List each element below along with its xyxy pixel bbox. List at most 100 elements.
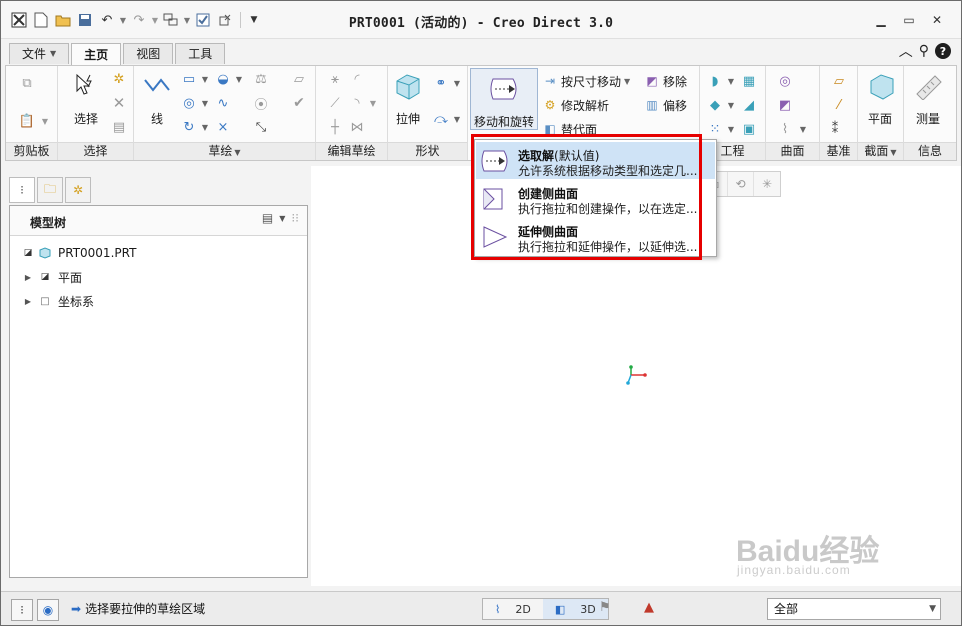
part-icon — [38, 246, 52, 260]
arc-dropdown-icon[interactable]: ▼ — [196, 118, 214, 136]
expand-icon[interactable]: ▶ — [22, 273, 34, 282]
collapse-icon[interactable]: ◪ — [22, 248, 34, 258]
group-label-shape: 形状 — [388, 142, 467, 160]
modify-analysis-button[interactable]: ⚙ 修改解析 — [542, 96, 609, 114]
group-label-edit-sketch: 编辑草绘 — [316, 142, 387, 160]
sketch-2d-icon: ⌇ — [495, 602, 501, 616]
ribbon-tabs: 文件 ▼ 主页 视图 工具 — [9, 43, 227, 66]
offset-button[interactable]: ▥ 偏移 — [644, 96, 687, 114]
group-label-info: 信息 — [904, 142, 956, 160]
project-icon[interactable]: ⦿ — [252, 94, 270, 113]
corner-icon[interactable]: ┼ — [326, 118, 344, 136]
freestyle-icon[interactable]: ⌇ — [776, 120, 794, 138]
move-rotate-icon — [490, 78, 517, 100]
measure-button-label[interactable]: 测量 — [908, 110, 948, 127]
select-cursor-icon[interactable] — [72, 72, 98, 98]
mode-3d-button[interactable]: ◧ 3D — [542, 599, 608, 619]
divide-icon[interactable]: ⟋ — [326, 94, 344, 112]
fill-icon[interactable]: ◎ — [776, 72, 794, 90]
mirror-icon[interactable]: ⋈ — [348, 118, 366, 136]
baidu-watermark-url: jingyan.baidu.com — [737, 563, 851, 577]
pattern-dropdown-icon[interactable]: ▼ — [722, 120, 740, 138]
ellipse-dropdown-icon[interactable]: ▼ — [230, 70, 248, 88]
datum-point-icon[interactable]: ⁑ — [826, 120, 844, 138]
flag-icon[interactable]: ⚑ — [599, 600, 611, 615]
spline-icon[interactable]: ∿ — [214, 94, 232, 112]
datum-plane-icon[interactable]: ▱ — [830, 72, 848, 90]
hole-icon[interactable]: ▣ — [740, 120, 758, 138]
tree-item-part[interactable]: ◪ PRT0001.PRT — [22, 244, 137, 262]
freestyle-dropdown-icon[interactable]: ▼ — [794, 120, 812, 138]
line-icon[interactable] — [142, 72, 172, 98]
revolve-dropdown-icon[interactable]: ▼ — [448, 74, 466, 92]
chevron-down-icon: ▼ — [234, 148, 241, 157]
delete-icon[interactable]: ✕ — [110, 94, 128, 112]
remove-button[interactable]: ◩ 移除 — [644, 72, 687, 90]
reorient-icon[interactable]: ⟲ — [728, 172, 754, 196]
boundary-blend-icon[interactable]: ◩ — [776, 96, 794, 114]
tab-view[interactable]: 视图 — [123, 43, 174, 64]
move-by-dimension-button[interactable]: ⇥ 按尺寸移动 ▼ — [542, 72, 630, 90]
model-tree-tab-icon[interactable]: ⁝ — [9, 177, 35, 203]
extrude-button-label[interactable]: 拉伸 — [390, 110, 426, 127]
datum-axis-icon[interactable]: ⁄ — [830, 96, 848, 114]
select-box-icon[interactable]: ▤ — [110, 118, 128, 136]
maximize-icon[interactable]: ▭ — [895, 11, 923, 29]
tree-item-plane[interactable]: ▶ ◪ 平面 — [22, 268, 82, 286]
favorites-tab-icon[interactable]: ✲ — [65, 177, 91, 203]
plane-button-label[interactable]: 平面 — [860, 110, 900, 127]
tab-tools[interactable]: 工具 — [175, 43, 226, 64]
draft-icon[interactable]: ◢ — [740, 96, 758, 114]
tab-file[interactable]: 文件 ▼ — [9, 43, 70, 64]
expand-icon[interactable]: ▶ — [22, 297, 34, 306]
chamfer-edge-dropdown-icon[interactable]: ▼ — [722, 96, 740, 114]
group-surface: ◎ ◩ ⌇ ▼ 曲面 — [766, 66, 820, 160]
tree-item-csys[interactable]: ▶ □ 坐标系 — [22, 292, 94, 310]
coordinate-system-icon[interactable]: ⤡ — [252, 118, 270, 136]
search-icon[interactable]: ⚲ — [919, 43, 929, 59]
browser-toggle-icon[interactable]: ◉ — [37, 599, 59, 621]
select-intent-icon[interactable]: ✲ — [110, 70, 128, 88]
model-tree-panel: 模型树 ▤ ▼ ⁝⁝ ◪ PRT0001.PRT ▶ ◪ 平面 ▶ □ 坐标系 — [9, 205, 308, 578]
view-mode-toggle: ⌇ 2D ◧ 3D — [482, 598, 609, 620]
move-rotate-button[interactable]: 移动和旋转 — [470, 68, 538, 130]
close-icon[interactable]: ✕ — [923, 11, 951, 29]
chevron-down-icon: ▼ — [890, 148, 897, 157]
collapse-ribbon-icon[interactable]: ︿ — [899, 41, 913, 61]
sketch-plane-icon[interactable]: ▱ — [290, 70, 308, 88]
spin-center-icon[interactable]: ✳ — [754, 172, 780, 196]
round-dropdown-icon[interactable]: ▼ — [722, 72, 740, 90]
chamfer-dropdown-icon[interactable]: ▼ — [364, 94, 382, 112]
copy-icon[interactable]: ⧉ — [18, 74, 36, 92]
select-button-label[interactable]: 选择 — [68, 110, 104, 127]
fillet-icon[interactable]: ◜ — [348, 70, 366, 88]
trim-icon[interactable]: ⚹ — [326, 70, 344, 88]
paste-icon[interactable]: 📋 — [18, 112, 36, 130]
point-icon[interactable]: × — [214, 118, 232, 136]
paste-dropdown-icon[interactable]: ▼ — [36, 112, 54, 130]
mode-2d-button[interactable]: ⌇ 2D — [483, 599, 543, 619]
rectangle-dropdown-icon[interactable]: ▼ — [196, 70, 214, 88]
extrude-icon[interactable] — [392, 70, 424, 102]
tree-settings-icon[interactable]: ▤ — [262, 211, 273, 225]
circle-dropdown-icon[interactable]: ▼ — [196, 94, 214, 112]
selection-filter-select[interactable]: 全部 ▼ — [767, 598, 941, 620]
help-icons: ︿ ⚲ ? — [893, 41, 951, 61]
offset-sketch-icon[interactable]: ⚖ — [252, 70, 270, 88]
folder-browser-tab-icon[interactable]: 🗀 — [37, 177, 63, 203]
measure-icon[interactable] — [912, 70, 944, 102]
tree-filter-icon[interactable]: ⁝⁝ — [291, 211, 299, 225]
navigator-toggle-icon[interactable]: ⁝ — [11, 599, 33, 621]
tab-home[interactable]: 主页 — [71, 43, 122, 66]
sweep-dropdown-icon[interactable]: ▼ — [448, 110, 466, 128]
plane-section-icon[interactable] — [866, 70, 898, 102]
regen-status-icon[interactable]: ▲ — [644, 600, 654, 615]
remove-icon: ◩ — [646, 74, 658, 88]
check-icon[interactable]: ✔ — [290, 94, 308, 112]
line-button-label[interactable]: 线 — [142, 110, 172, 127]
tree-settings-dropdown-icon[interactable]: ▼ — [279, 214, 285, 223]
shell-icon[interactable]: ▦ — [740, 72, 758, 90]
help-icon[interactable]: ? — [935, 43, 951, 59]
chevron-down-icon: ▼ — [624, 76, 631, 86]
minimize-icon[interactable]: ▁ — [867, 11, 895, 29]
